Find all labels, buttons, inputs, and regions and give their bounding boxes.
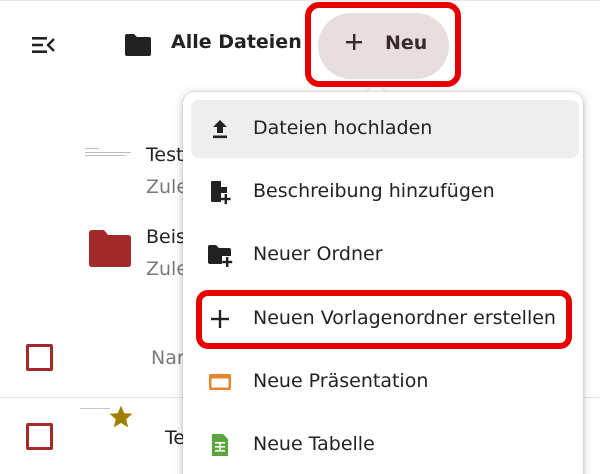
new-menu: Dateien hochladen Beschreibung hinzufüge… (183, 92, 583, 474)
highlight-new-button (305, 2, 461, 87)
menu-item-label: Neuer Ordner (253, 243, 383, 265)
star-icon[interactable] (108, 404, 134, 430)
folder-icon (88, 228, 132, 268)
menu-collapse-icon[interactable] (29, 31, 57, 59)
highlight-template-folder-item (196, 290, 572, 349)
menu-item-label: Neue Tabelle (253, 433, 375, 455)
menu-item-label: Dateien hochladen (253, 117, 433, 139)
folder-icon (124, 33, 152, 57)
file-thumbnail (83, 140, 135, 170)
menu-item-new-folder[interactable]: Neuer Ordner (191, 226, 579, 284)
presentation-icon (207, 369, 233, 395)
header-divider (0, 0, 600, 1)
page-title: Alle Dateien (171, 31, 302, 53)
file-thumbnail (80, 408, 110, 411)
file-plus-icon (207, 179, 233, 205)
file-name[interactable]: Test (146, 144, 183, 166)
upload-icon (207, 116, 233, 142)
menu-item-add-description[interactable]: Beschreibung hinzufügen (191, 163, 579, 221)
file-meta: Zule (146, 176, 189, 198)
menu-item-label: Neue Präsentation (253, 370, 429, 392)
spreadsheet-icon (207, 432, 233, 458)
folder-name[interactable]: Beis (146, 226, 186, 248)
folder-meta: Zule (146, 258, 189, 280)
column-header-name[interactable]: Nar (151, 347, 185, 369)
row-checkbox[interactable] (26, 423, 53, 450)
folder-plus-icon (207, 242, 233, 268)
menu-item-new-spreadsheet[interactable]: Neue Tabelle (191, 416, 579, 474)
menu-item-upload-files[interactable]: Dateien hochladen (191, 100, 579, 158)
select-all-checkbox[interactable] (26, 344, 53, 371)
menu-item-label: Beschreibung hinzufügen (253, 180, 495, 202)
menu-item-new-presentation[interactable]: Neue Präsentation (191, 353, 579, 411)
